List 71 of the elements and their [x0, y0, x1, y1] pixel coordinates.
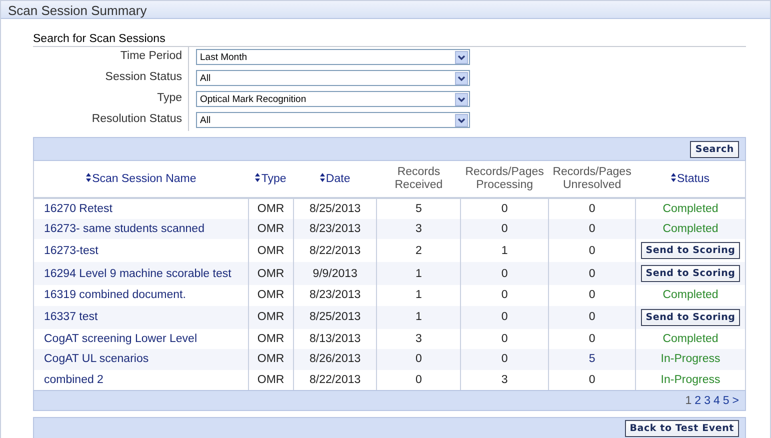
search-button[interactable]: Search — [690, 140, 739, 158]
session-link[interactable]: 16273-test — [44, 244, 98, 256]
table-cell: 1 — [376, 262, 461, 285]
table-cell: OMR — [248, 218, 294, 239]
status-text: In-Progress — [660, 374, 720, 386]
column-header[interactable]: Type — [248, 161, 294, 198]
table-cell: 8/23/2013 — [293, 218, 377, 239]
table-cell: 0 — [548, 262, 636, 285]
column-header[interactable]: Scan Session Name — [34, 161, 248, 198]
unresolved-link[interactable]: 5 — [588, 353, 596, 366]
session-link[interactable]: 16294 Level 9 machine scorable test — [44, 268, 232, 280]
page-link[interactable]: 2 — [694, 394, 702, 406]
sort-icon — [255, 172, 260, 182]
send-to-scoring-button[interactable]: Send to Scoring — [640, 308, 740, 326]
table-cell: 9/9/2013 — [293, 262, 377, 285]
table-cell: 0 — [460, 218, 549, 239]
send-to-scoring-button[interactable]: Send to Scoring — [640, 242, 740, 259]
filter-select[interactable]: Optical Mark Recognition — [196, 91, 470, 107]
table-cell: 0 — [376, 349, 461, 370]
sort-icon — [320, 172, 325, 182]
next-page-link[interactable]: > — [732, 394, 739, 406]
chevron-down-icon — [455, 72, 468, 84]
status-text: Completed — [662, 222, 718, 235]
chevron-down-icon — [455, 114, 468, 126]
table-cell: 0 — [460, 262, 549, 285]
page-link[interactable]: 1 — [685, 394, 692, 406]
filter-select[interactable]: All — [196, 70, 470, 86]
filter-select[interactable]: Last Month — [196, 49, 470, 65]
table-cell: OMR — [248, 262, 294, 285]
page-link[interactable]: 5 — [722, 394, 730, 406]
back-button[interactable]: Back to Test Event — [624, 420, 739, 436]
session-link[interactable]: combined 2 — [44, 374, 104, 386]
sort-icon — [86, 172, 92, 182]
column-header[interactable]: Status — [636, 161, 746, 198]
status-text: Completed — [662, 289, 718, 302]
table-cell: 0 — [548, 306, 636, 328]
session-link[interactable]: 16270 Retest — [44, 202, 112, 215]
session-link[interactable]: 16337 test — [44, 311, 98, 323]
table-cell: 8/25/2013 — [293, 306, 377, 328]
status-text: Completed — [662, 332, 718, 345]
session-link[interactable]: 16319 combined document. — [44, 289, 186, 302]
filter-label: Session Status — [33, 68, 189, 89]
table-cell: 8/26/2013 — [293, 349, 377, 370]
session-link[interactable]: CogAT screening Lower Level — [44, 332, 197, 345]
status-text: Completed — [662, 202, 718, 215]
table-cell: 0 — [460, 349, 549, 370]
table-cell: 3 — [376, 218, 461, 239]
table-cell: 0 — [460, 306, 549, 328]
column-header: Records Received — [376, 161, 461, 198]
page-link[interactable]: 3 — [704, 394, 710, 406]
table-cell: OMR — [248, 349, 294, 370]
column-header: Records/Pages Unresolved — [548, 161, 636, 198]
chevron-down-icon — [455, 92, 468, 106]
send-to-scoring-button[interactable]: Send to Scoring — [640, 265, 740, 282]
filter-label: Type — [33, 89, 189, 110]
column-header: Records/Pages Processing — [460, 161, 549, 198]
filter-select[interactable]: All — [196, 112, 470, 128]
status-text: In-Progress — [660, 353, 720, 366]
column-header[interactable]: Date — [293, 161, 377, 198]
session-link[interactable]: CogAT UL scenarios — [44, 353, 149, 366]
table-cell: OMR — [248, 306, 294, 328]
session-link[interactable]: 16273- same students scanned — [44, 222, 204, 235]
filter-label: Resolution Status — [33, 110, 189, 131]
table-cell: 1 — [376, 306, 461, 328]
table-cell: 0 — [548, 218, 636, 239]
chevron-down-icon — [455, 50, 468, 64]
page-link[interactable]: 4 — [713, 394, 720, 406]
section-heading: Search for Scan Sessions — [33, 33, 746, 47]
filter-label: Time Period — [33, 47, 189, 68]
sort-icon — [670, 172, 676, 182]
panel-title: Scan Session Summary — [1, 0, 770, 19]
